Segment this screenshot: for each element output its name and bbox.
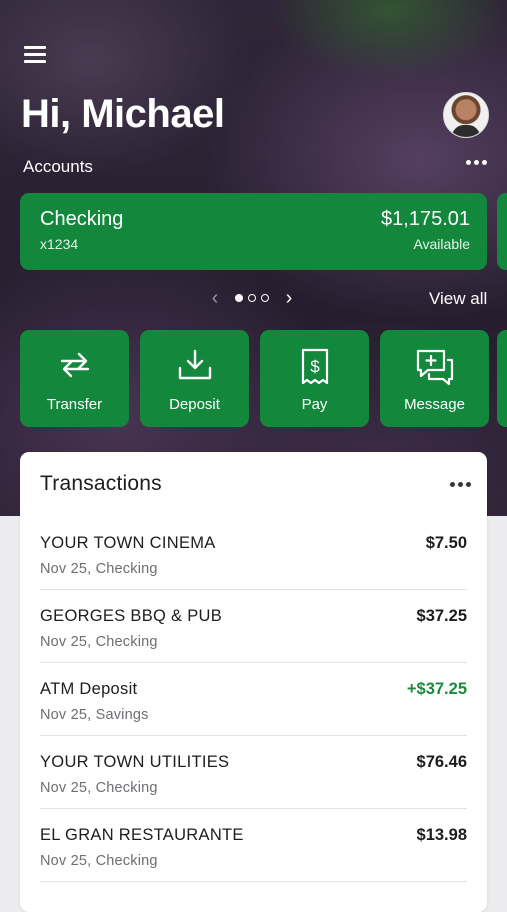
transaction-amount: $7.50 (425, 534, 467, 552)
transactions-title: Transactions (40, 472, 162, 495)
transaction-row[interactable]: EL GRAN RESTAURANTE Nov 25, Checking $13… (40, 808, 467, 882)
message-label: Message (404, 396, 465, 413)
transaction-amount: +$37.25 (406, 680, 467, 698)
transaction-merchant: ATM Deposit (40, 680, 138, 698)
account-balance-label: Available (413, 236, 470, 252)
next-account-card[interactable] (497, 193, 507, 270)
transaction-amount: $13.98 (416, 826, 467, 844)
pay-button[interactable]: $ Pay (260, 330, 369, 427)
message-button[interactable]: Message (380, 330, 489, 427)
transaction-merchant: GEORGES BBQ & PUB (40, 607, 223, 625)
quick-actions: Transfer Deposit $ Pay Message (20, 330, 489, 427)
transaction-merchant: YOUR TOWN UTILITIES (40, 753, 230, 771)
accounts-more-icon[interactable] (466, 160, 487, 165)
pay-icon: $ (301, 348, 328, 385)
transaction-amount: $76.46 (416, 753, 467, 771)
chevron-right-icon[interactable]: › (279, 288, 299, 308)
account-balance: $1,175.01 (381, 208, 470, 230)
transaction-merchant: EL GRAN RESTAURANTE (40, 826, 244, 844)
svg-text:$: $ (310, 357, 320, 376)
avatar[interactable] (443, 92, 489, 138)
transfer-icon (60, 352, 89, 378)
account-pager: ‹ › (205, 288, 299, 308)
account-card-checking[interactable]: Checking x1234 $1,175.01 Available (20, 193, 487, 270)
page-indicator (235, 294, 269, 302)
transaction-detail: Nov 25, Checking (40, 634, 158, 650)
transaction-row[interactable]: YOUR TOWN CINEMA Nov 25, Checking $7.50 (40, 516, 467, 590)
account-name: Checking (40, 208, 124, 230)
next-action-card[interactable] (497, 330, 507, 427)
view-all-link[interactable]: View all (429, 289, 487, 309)
transaction-row[interactable]: ATM Deposit Nov 25, Savings +$37.25 (40, 662, 467, 736)
menu-icon[interactable] (24, 46, 46, 64)
transaction-detail: Nov 25, Checking (40, 561, 158, 577)
transaction-row[interactable]: GEORGES BBQ & PUB Nov 25, Checking $37.2… (40, 589, 467, 663)
greeting: Hi, Michael (21, 92, 225, 136)
transaction-merchant: YOUR TOWN CINEMA (40, 534, 216, 552)
transaction-detail: Nov 25, Checking (40, 853, 158, 869)
transaction-row[interactable]: YOUR TOWN UTILITIES Nov 25, Checking $76… (40, 735, 467, 809)
accounts-label: Accounts (23, 157, 93, 176)
chevron-left-icon[interactable]: ‹ (205, 288, 225, 308)
pay-label: Pay (301, 396, 328, 413)
account-number: x1234 (40, 236, 79, 252)
deposit-icon (178, 349, 211, 380)
transaction-amount: $37.25 (416, 607, 467, 625)
deposit-label: Deposit (169, 396, 220, 413)
message-icon (416, 349, 453, 386)
transaction-detail: Nov 25, Savings (40, 707, 149, 723)
transfer-button[interactable]: Transfer (20, 330, 129, 427)
transactions-more-icon[interactable] (450, 482, 471, 487)
transactions-panel: Transactions YOUR TOWN CINEMA Nov 25, Ch… (20, 452, 487, 912)
transaction-detail: Nov 25, Checking (40, 780, 158, 796)
deposit-button[interactable]: Deposit (140, 330, 249, 427)
transfer-label: Transfer (46, 396, 103, 413)
